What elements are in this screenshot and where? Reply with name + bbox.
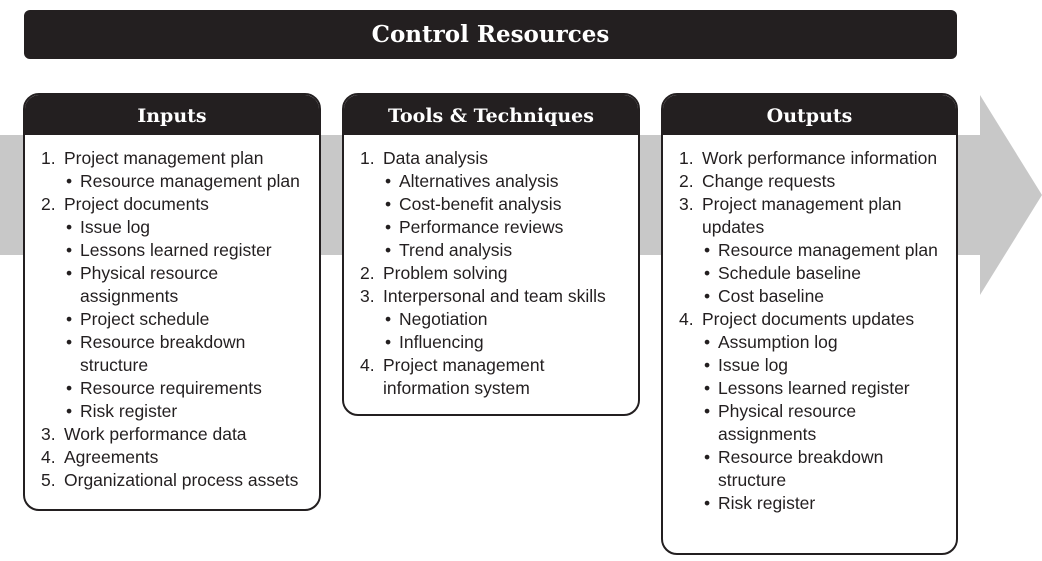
- sub-item: Cost-benefit analysis: [383, 193, 630, 216]
- inputs-item: 5. Organizational process assets: [41, 469, 311, 492]
- item-label: Data analysis: [383, 148, 489, 168]
- sub-item: Issue log: [702, 354, 948, 377]
- sub-item: Physical resource assignments: [64, 262, 311, 308]
- item-label: Interpersonal and team skills: [383, 286, 606, 306]
- tools-item: 3. Interpersonal and team skillsNegotiati…: [360, 285, 630, 354]
- sub-item: Schedule baseline: [702, 262, 948, 285]
- outputs-list: 1. Work performance information 2. Change r…: [663, 135, 956, 515]
- item-label: Agreements: [64, 447, 159, 467]
- item-number: 2.: [41, 194, 56, 214]
- item-label: Project documents updates: [702, 309, 915, 329]
- sub-item: Risk register: [702, 492, 948, 515]
- process-title: Control Resources: [24, 10, 957, 59]
- tools-header: Tools & Techniques: [344, 95, 638, 135]
- tools-item: 1. Data analysisAlternatives analysisCost…: [360, 147, 630, 262]
- sub-item: Physical resource assignments: [702, 400, 948, 446]
- inputs-list: 1. Project management planResource manage…: [25, 135, 319, 492]
- sub-list: Alternatives analysisCost-benefit analys…: [383, 170, 630, 262]
- inputs-header: Inputs: [25, 95, 319, 135]
- item-label: Work performance data: [64, 424, 247, 444]
- item-number: 2.: [679, 171, 694, 191]
- item-number: 1.: [41, 148, 56, 168]
- sub-item: Project schedule: [64, 308, 311, 331]
- tools-item: 2. Problem solving: [360, 262, 630, 285]
- outputs-box: Outputs 1. Work performance information 2.…: [661, 93, 958, 555]
- sub-item: Performance reviews: [383, 216, 630, 239]
- item-label: Organizational process assets: [64, 470, 299, 490]
- inputs-item: 2. Project documentsIssue logLessons lear…: [41, 193, 311, 423]
- item-label: Work performance information: [702, 148, 938, 168]
- inputs-item: 3. Work performance data: [41, 423, 311, 446]
- item-number: 1.: [679, 148, 694, 168]
- sub-item: Assumption log: [702, 331, 948, 354]
- sub-list: Resource management planSchedule baselin…: [702, 239, 948, 308]
- sub-list: Assumption logIssue logLessons learned r…: [702, 331, 948, 515]
- item-number: 2.: [360, 263, 375, 283]
- sub-item: Cost baseline: [702, 285, 948, 308]
- inputs-item: 4. Agreements: [41, 446, 311, 469]
- outputs-item: 2. Change requests: [679, 170, 948, 193]
- item-number: 4.: [360, 355, 375, 375]
- item-label: Project management information system: [383, 355, 545, 398]
- item-label: Change requests: [702, 171, 836, 191]
- sub-item: Issue log: [64, 216, 311, 239]
- outputs-item: 4. Project documents updatesAssumption lo…: [679, 308, 948, 515]
- tools-list: 1. Data analysisAlternatives analysisCost…: [344, 135, 638, 400]
- item-number: 1.: [360, 148, 375, 168]
- sub-item: Alternatives analysis: [383, 170, 630, 193]
- item-label: Project management plan updates: [702, 194, 902, 237]
- sub-item: Lessons learned register: [64, 239, 311, 262]
- item-number: 3.: [360, 286, 375, 306]
- item-label: Project documents: [64, 194, 209, 214]
- outputs-numbered-list: 1. Work performance information 2. Change r…: [679, 147, 948, 515]
- sub-item: Lessons learned register: [702, 377, 948, 400]
- sub-item: Trend analysis: [383, 239, 630, 262]
- inputs-item: 1. Project management planResource manage…: [41, 147, 311, 193]
- sub-list: Issue logLessons learned registerPhysica…: [64, 216, 311, 423]
- sub-item: Resource breakdown structure: [702, 446, 948, 492]
- item-label: Problem solving: [383, 263, 508, 283]
- sub-item: Resource breakdown structure: [64, 331, 311, 377]
- item-number: 5.: [41, 470, 56, 490]
- outputs-item: 1. Work performance information: [679, 147, 948, 170]
- sub-item: Influencing: [383, 331, 630, 354]
- outputs-header: Outputs: [663, 95, 956, 135]
- tools-box: Tools & Techniques 1. Data analysisAltern…: [342, 93, 640, 416]
- sub-item: Resource management plan: [64, 170, 311, 193]
- item-number: 3.: [679, 194, 694, 214]
- sub-item: Risk register: [64, 400, 311, 423]
- tools-item: 4. Project management information system: [360, 354, 630, 400]
- item-number: 4.: [41, 447, 56, 467]
- sub-list: Resource management plan: [64, 170, 311, 193]
- inputs-numbered-list: 1. Project management planResource manage…: [41, 147, 311, 492]
- sub-item: Resource requirements: [64, 377, 311, 400]
- item-number: 4.: [679, 309, 694, 329]
- tools-numbered-list: 1. Data analysisAlternatives analysisCost…: [360, 147, 630, 400]
- inputs-box: Inputs 1.Project management planResource…: [23, 93, 321, 511]
- item-label: Project management plan: [64, 148, 264, 168]
- sub-list: NegotiationInfluencing: [383, 308, 630, 354]
- item-number: 3.: [41, 424, 56, 444]
- sub-item: Resource management plan: [702, 239, 948, 262]
- sub-item: Negotiation: [383, 308, 630, 331]
- outputs-item: 3. Project management plan updatesResourc…: [679, 193, 948, 308]
